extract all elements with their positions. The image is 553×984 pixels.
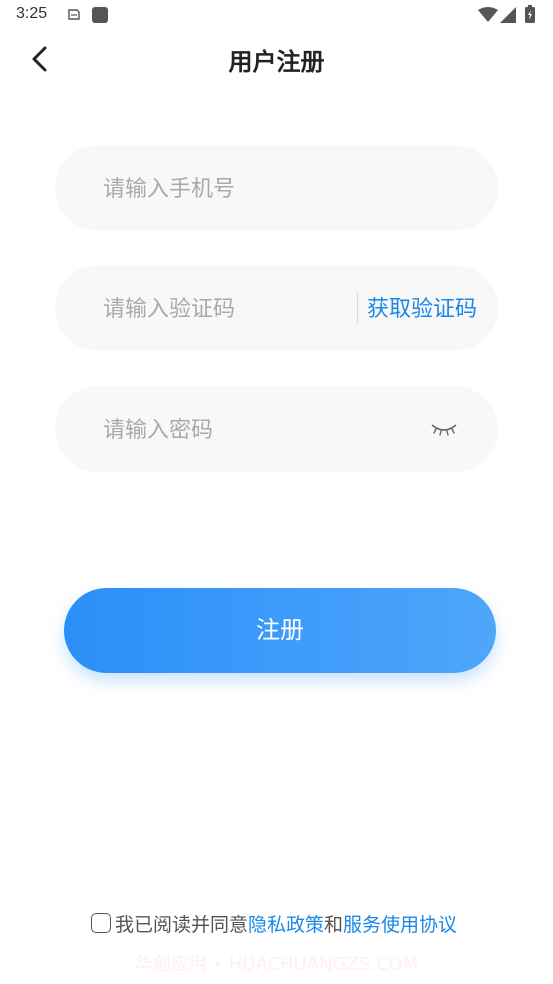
nav-bar: 用户注册: [0, 30, 553, 90]
terms-link[interactable]: 服务使用协议: [343, 910, 457, 937]
status-bar: 3:25: [0, 0, 553, 30]
code-field: 获取验证码: [55, 265, 498, 351]
phone-input[interactable]: [101, 167, 345, 211]
status-time: 3:25: [16, 5, 48, 22]
privacy-policy-link[interactable]: 隐私政策: [248, 910, 324, 937]
eye-closed-icon[interactable]: [429, 420, 459, 438]
phone-field: [55, 145, 498, 231]
battery-icon: [525, 5, 535, 27]
password-field: [55, 386, 498, 472]
notification-icon: [66, 6, 82, 26]
agreement-and: 和: [324, 913, 344, 936]
agreement-text: 我已阅读并同意: [115, 913, 249, 936]
page-title: 用户注册: [228, 48, 325, 76]
wifi-icon: [478, 7, 498, 27]
divider: [357, 293, 358, 323]
get-code-button[interactable]: 获取验证码: [367, 291, 477, 323]
watermark: 华创应用 • HUACHUANGZS.COM: [134, 954, 419, 975]
code-input[interactable]: [101, 287, 325, 331]
app-icon: [91, 6, 109, 28]
agree-checkbox[interactable]: [91, 913, 111, 933]
signal-icon: [500, 7, 516, 27]
password-input[interactable]: [101, 408, 345, 452]
register-button[interactable]: 注册: [64, 588, 496, 673]
agreement-row: 我已阅读并同意 隐私政策 和 服务使用协议: [91, 908, 457, 938]
